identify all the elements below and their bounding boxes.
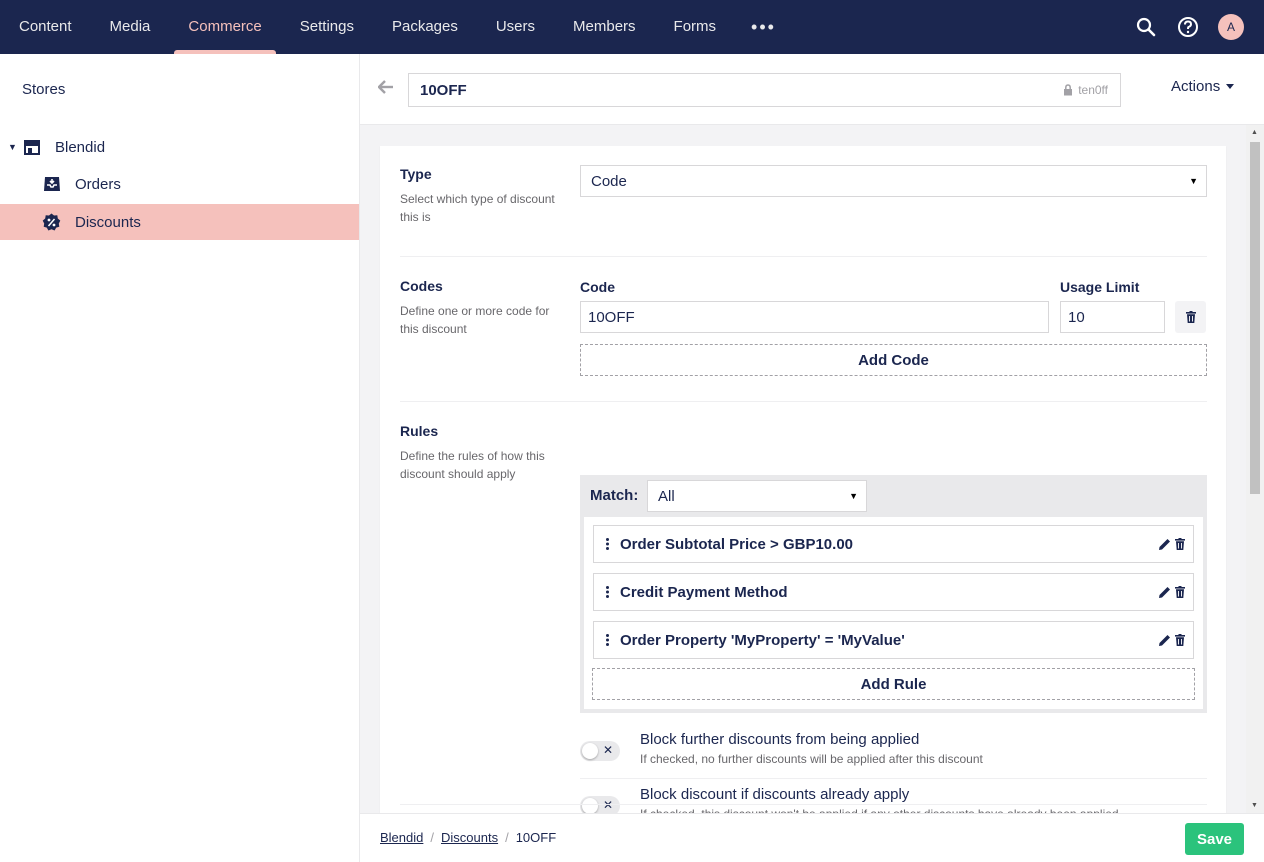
user-avatar[interactable]: A <box>1218 14 1244 40</box>
name-value: 10OFF <box>420 81 467 99</box>
edit-icon[interactable] <box>1158 538 1171 551</box>
code-input[interactable]: 10OFF <box>580 301 1049 333</box>
rule-label: Credit Payment Method <box>620 583 788 601</box>
lock-icon <box>1064 84 1073 96</box>
trash-icon[interactable] <box>1175 586 1185 598</box>
edit-icon[interactable] <box>1158 634 1171 647</box>
usage-limit-column-header: Usage Limit <box>1060 279 1140 295</box>
breadcrumb-current: 10OFF <box>515 830 557 845</box>
drag-handle-icon[interactable] <box>594 586 620 598</box>
scrollbar[interactable]: ▲ ▼ <box>1246 125 1264 813</box>
divider <box>400 256 1207 257</box>
select-arrow-icon: ▼ <box>1189 176 1198 186</box>
save-button[interactable]: Save <box>1185 823 1244 855</box>
nav-forms[interactable]: Forms <box>655 0 736 54</box>
tree-item-label: Orders <box>75 175 121 193</box>
select-arrow-icon: ▼ <box>849 491 858 501</box>
discount-editor-panel: Type Select which type of discount this … <box>380 146 1226 826</box>
type-select-value: Code <box>591 172 627 190</box>
editor-footer: Blendid / Discounts / 10OFF Save <box>360 813 1264 862</box>
divider <box>400 804 1207 805</box>
nav-packages[interactable]: Packages <box>373 0 477 54</box>
caret-down-icon <box>1226 84 1235 89</box>
usage-limit-input[interactable]: 10 <box>1060 301 1165 333</box>
codes-description: Define one or more code for this discoun… <box>400 304 550 336</box>
toggle-knob <box>582 743 598 759</box>
help-icon[interactable] <box>1176 15 1200 39</box>
tree-store-blendid[interactable]: ▼ Blendid <box>0 129 359 165</box>
match-label: Match: <box>590 487 639 504</box>
rules-description: Define the rules of how this discount sh… <box>400 449 545 481</box>
nav-users[interactable]: Users <box>477 0 554 54</box>
drag-handle-icon[interactable] <box>594 634 620 646</box>
block-further-discounts-toggle[interactable]: ✕ <box>580 741 620 761</box>
search-icon[interactable] <box>1134 15 1158 39</box>
code-column-header: Code <box>580 279 615 295</box>
drag-handle-icon[interactable] <box>594 538 620 550</box>
nav-media[interactable]: Media <box>91 0 170 54</box>
caret-down-icon[interactable]: ▼ <box>8 142 17 152</box>
back-arrow-icon[interactable] <box>377 80 394 99</box>
toggle-title: Block discount if discounts already appl… <box>640 786 910 803</box>
discount-badge-icon <box>42 213 61 236</box>
breadcrumb: Blendid / Discounts / 10OFF <box>380 830 556 845</box>
rule-label: Order Subtotal Price > GBP10.00 <box>620 535 854 553</box>
delete-code-button[interactable] <box>1175 301 1206 333</box>
tree-store-label: Blendid <box>55 138 106 156</box>
close-icon: ✕ <box>602 743 613 757</box>
actions-button[interactable]: Actions <box>1171 78 1235 95</box>
trash-icon[interactable] <box>1175 634 1185 646</box>
toggle-knob <box>582 798 598 814</box>
nav-settings[interactable]: Settings <box>281 0 373 54</box>
rule-row[interactable]: Order Subtotal Price > GBP10.00 <box>593 525 1194 563</box>
type-select[interactable]: Code ▼ <box>580 165 1207 197</box>
nav-more-icon[interactable]: ••• <box>735 0 792 54</box>
tree-item-discounts[interactable]: Discounts <box>0 204 359 240</box>
editor-header: 10OFF ten0ff Actions <box>360 54 1264 125</box>
alias[interactable]: ten0ff <box>1063 74 1108 106</box>
add-rule-button[interactable]: Add Rule <box>592 668 1195 700</box>
breadcrumb-separator: / <box>505 830 509 845</box>
tree-item-orders[interactable]: Orders <box>0 166 359 202</box>
trash-icon[interactable] <box>1175 538 1185 550</box>
breadcrumb-link[interactable]: Blendid <box>380 830 423 845</box>
nav-members[interactable]: Members <box>554 0 655 54</box>
close-icon: ✕ <box>602 798 613 812</box>
edit-icon[interactable] <box>1158 586 1171 599</box>
scrollbar-thumb[interactable] <box>1250 142 1260 494</box>
type-label: Type <box>400 166 432 182</box>
rule-row[interactable]: Order Property 'MyProperty' = 'MyValue' <box>593 621 1194 659</box>
sidebar: Stores ▼ Blendid Orders Discounts <box>0 54 360 862</box>
match-select-value: All <box>658 487 675 505</box>
codes-label: Codes <box>400 278 443 294</box>
actions-label: Actions <box>1171 78 1221 95</box>
scroll-up-icon[interactable]: ▲ <box>1251 129 1258 136</box>
add-code-button[interactable]: Add Code <box>580 344 1207 376</box>
sidebar-title: Stores <box>22 81 66 98</box>
alias-value: ten0ff <box>1078 83 1108 97</box>
rule-label: Order Property 'MyProperty' = 'MyValue' <box>620 631 905 649</box>
inbox-icon <box>43 176 61 196</box>
scroll-down-icon[interactable]: ▼ <box>1251 802 1258 809</box>
toggle-description: If checked, no further discounts will be… <box>640 752 983 766</box>
toggle-title: Block further discounts from being appli… <box>640 731 920 748</box>
trash-icon <box>1185 311 1196 323</box>
match-select[interactable]: All ▼ <box>647 480 867 512</box>
tree-item-label: Discounts <box>75 213 141 231</box>
rules-list: Order Subtotal Price > GBP10.00 Credit P… <box>584 517 1203 709</box>
rules-label: Rules <box>400 423 439 439</box>
nav-commerce[interactable]: Commerce <box>169 0 280 54</box>
breadcrumb-separator: / <box>430 830 434 845</box>
name-input[interactable]: 10OFF ten0ff <box>408 73 1121 107</box>
nav-content[interactable]: Content <box>0 0 91 54</box>
rule-row[interactable]: Credit Payment Method <box>593 573 1194 611</box>
divider <box>580 778 1207 779</box>
store-icon <box>23 139 41 159</box>
main-content: 10OFF ten0ff Actions Type Select which t… <box>360 54 1264 862</box>
type-description: Select which type of discount this is <box>400 192 555 224</box>
divider <box>400 401 1207 402</box>
breadcrumb-link[interactable]: Discounts <box>441 830 498 845</box>
top-navigation: Content Media Commerce Settings Packages… <box>0 0 1264 54</box>
rules-builder: Match: All ▼ Order Subtotal Price > GBP1… <box>580 475 1207 713</box>
